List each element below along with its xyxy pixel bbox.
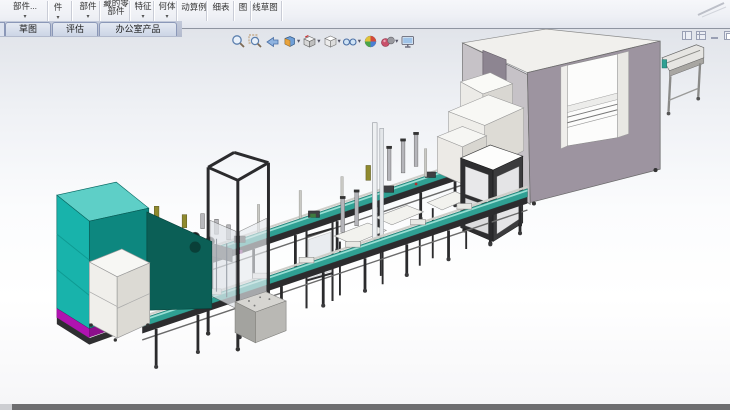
view-settings-icon[interactable] xyxy=(399,33,416,49)
overhead-conveyor-stand xyxy=(662,45,704,116)
previous-view-icon[interactable] xyxy=(264,33,281,49)
ribbon-button-bill-of-materials[interactable]: 细表 xyxy=(210,3,232,12)
toolbar-separator xyxy=(206,1,208,21)
ribbon-button-reference-geometry[interactable]: 何体 ▾ xyxy=(156,2,178,22)
tab-evaluate[interactable]: 评估 xyxy=(52,22,98,36)
edit-appearance-icon[interactable] xyxy=(362,33,379,49)
toolbar-separator xyxy=(250,1,252,21)
white-cabinet-stack xyxy=(89,249,149,342)
scrollbar-left-stub xyxy=(0,404,12,410)
zoom-to-fit-icon[interactable] xyxy=(230,33,247,49)
view-orientation-icon[interactable] xyxy=(301,33,318,49)
ribbon-button-motion-study[interactable]: 动算例 xyxy=(179,3,209,12)
section-view-icon[interactable] xyxy=(281,33,298,49)
grid-pane-icon[interactable] xyxy=(696,31,706,40)
ribbon-button-fastener[interactable]: 件 ▾ xyxy=(50,3,66,23)
center-gray-box xyxy=(235,292,286,343)
document-window-controls xyxy=(682,31,730,40)
minimize-icon[interactable] xyxy=(710,31,720,40)
graphics-area[interactable]: ▾ ▾ ▾ ▾ ▾ xyxy=(0,29,730,404)
dropdown-caret-icon[interactable]: ▾ xyxy=(317,37,320,45)
bottom-scrollbar-edge[interactable] xyxy=(0,404,730,410)
toolbar-separator xyxy=(47,1,49,21)
pencil-sketch-icon xyxy=(692,0,728,18)
toolbar-separator xyxy=(281,1,283,21)
ribbon-button-move-component[interactable]: 部件 ▾ xyxy=(76,2,100,22)
dropdown-caret-icon[interactable]: ▾ xyxy=(395,37,398,45)
tab-sketch[interactable]: 草图 xyxy=(5,22,51,36)
tab-office-products[interactable]: 办公室产品 xyxy=(99,22,177,36)
dropdown-caret-icon[interactable]: ▾ xyxy=(297,37,300,45)
toolbar-separator xyxy=(71,1,73,21)
headsup-view-toolbar: ▾ ▾ ▾ ▾ ▾ xyxy=(230,32,416,50)
toolbar-separator xyxy=(153,1,155,21)
toolbar-separator xyxy=(233,1,235,21)
dropdown-caret-icon[interactable]: ▾ xyxy=(358,37,361,45)
split-pane-icon[interactable] xyxy=(682,31,692,40)
toolbar-separator xyxy=(176,1,178,21)
ribbon-button-exploded-view[interactable]: 图 xyxy=(237,3,249,12)
toolbar-separator xyxy=(99,1,101,21)
display-style-icon[interactable] xyxy=(322,33,339,49)
zoom-to-area-icon[interactable] xyxy=(247,33,264,49)
ribbon-button-show-hidden-components[interactable]: 藏的零 部件 xyxy=(102,0,130,15)
ribbon-button-insert-component[interactable]: 部件... ▾ xyxy=(8,2,42,22)
restore-icon[interactable] xyxy=(724,31,730,40)
commandmanager-tab-bar: 草图 评估 办公室产品 xyxy=(0,21,182,37)
dropdown-caret-icon[interactable]: ▾ xyxy=(338,37,341,45)
ribbon-button-assembly-features[interactable]: 特征 ▾ xyxy=(132,2,154,22)
hide-show-items-icon[interactable] xyxy=(342,33,359,49)
assembly-3d-model xyxy=(0,29,730,404)
apply-scene-icon[interactable] xyxy=(379,33,396,49)
toolbar-separator xyxy=(129,1,131,21)
ribbon-button-explode-line-sketch[interactable]: 线草图 xyxy=(251,3,279,12)
